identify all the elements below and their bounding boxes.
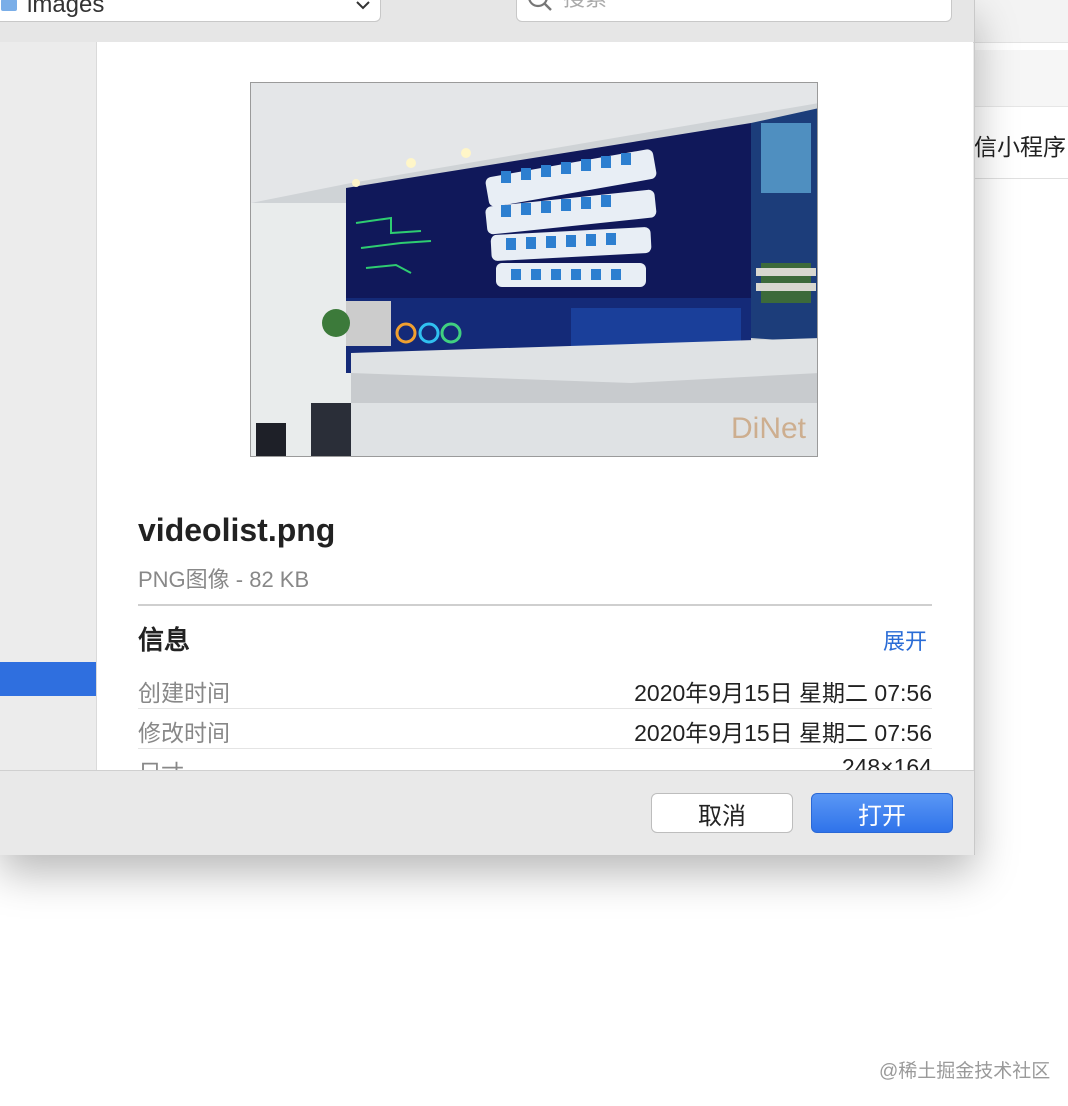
sidebar-selected-item[interactable] (0, 662, 96, 696)
sidebar (0, 42, 97, 770)
background-app-window: 信小程序 (974, 0, 1068, 200)
folder-icon (1, 0, 17, 11)
search-placeholder: 搜索 (563, 0, 607, 13)
expand-link[interactable]: 展开 (883, 624, 927, 656)
open-file-dialog: images 搜索 (0, 0, 975, 855)
info-row-modified: 修改时间 2020年9月15日 星期二 07:56 (138, 710, 932, 749)
background-app-divider (974, 178, 1068, 179)
file-preview-image: DiNet (250, 82, 818, 457)
dialog-toolbar: images 搜索 (0, 0, 974, 43)
info-key: 尺寸 (138, 754, 184, 770)
location-dropdown[interactable]: images (0, 0, 381, 22)
section-divider (138, 604, 932, 606)
preview-photo: DiNet (251, 83, 817, 456)
search-input[interactable]: 搜索 (516, 0, 952, 22)
info-key: 创建时间 (138, 680, 230, 706)
info-row-dimensions: 尺寸 248×164 (138, 750, 932, 770)
chevron-down-icon (356, 0, 370, 15)
info-value: 2020年9月15日 星期二 07:56 (634, 680, 932, 706)
info-section-title: 信息 (138, 625, 191, 655)
info-value: 248×164 (841, 754, 932, 770)
background-app-toolbar (974, 0, 1068, 43)
dialog-footer: 取消 打开 (0, 770, 974, 855)
search-icon (527, 0, 553, 16)
preview-image-watermark: DiNet (731, 412, 807, 445)
info-key: 修改时间 (138, 720, 230, 746)
location-label: images (27, 0, 105, 18)
info-value: 2020年9月15日 星期二 07:56 (634, 720, 932, 746)
site-watermark: @稀土掘金技术社区 (879, 1061, 1051, 1082)
cancel-button[interactable]: 取消 (651, 793, 793, 833)
info-row-created: 创建时间 2020年9月15日 星期二 07:56 (138, 670, 932, 709)
open-button[interactable]: 打开 (811, 793, 953, 833)
file-kind-size: PNG图像 - 82 KB (138, 567, 310, 592)
background-app-header (974, 50, 1068, 107)
file-name: videolist.png (138, 512, 336, 548)
preview-pane: DiNet videolist.png PNG图像 - 82 KB 信息 展开 … (97, 42, 973, 770)
background-app-label: 信小程序 (974, 134, 1066, 160)
